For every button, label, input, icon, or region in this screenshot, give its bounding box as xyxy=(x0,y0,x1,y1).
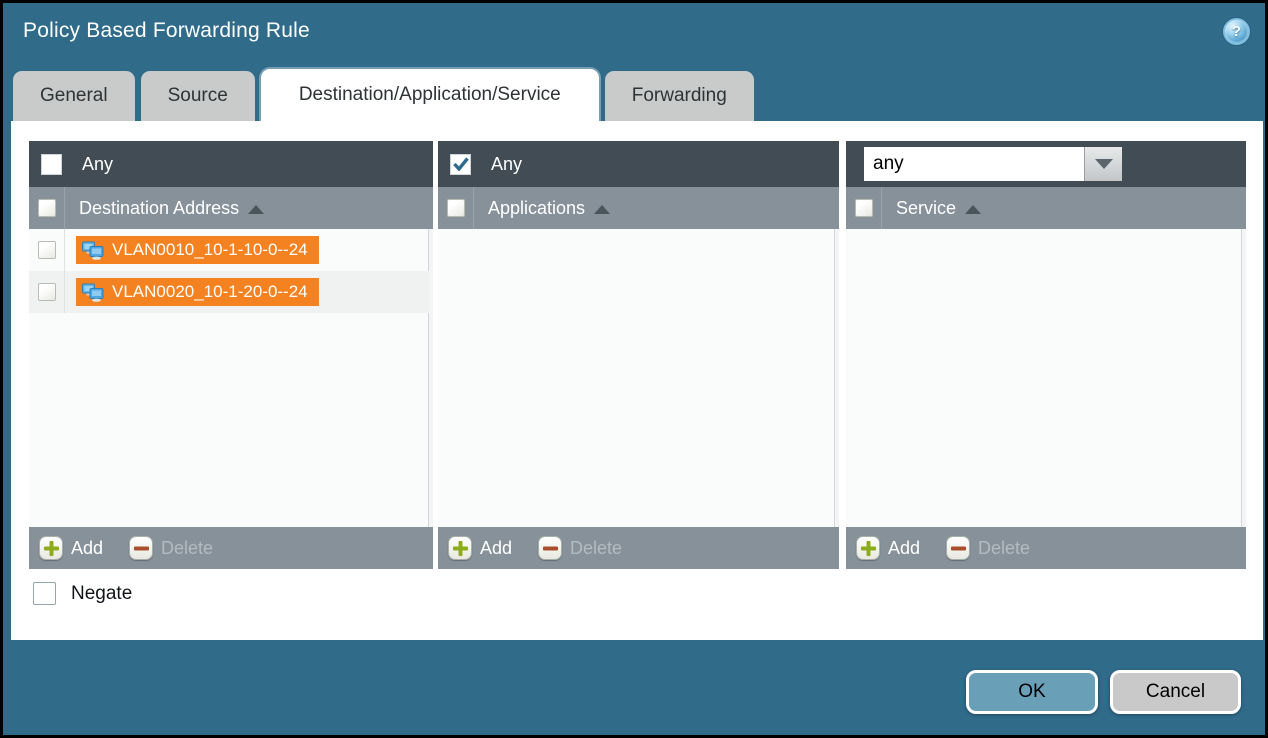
applications-list xyxy=(438,229,839,527)
add-button[interactable]: Add xyxy=(448,536,512,560)
table-row: VLAN0010_10-1-10-0--24 xyxy=(29,229,429,271)
applications-select-all-checkbox[interactable] xyxy=(447,199,465,217)
service-dropdown-bar: any xyxy=(846,141,1246,187)
tab-source[interactable]: Source xyxy=(141,71,255,121)
destination-select-all-checkbox[interactable] xyxy=(38,199,56,217)
delete-button[interactable]: Delete xyxy=(538,536,622,560)
plus-icon xyxy=(856,536,880,560)
row-checkbox[interactable] xyxy=(38,241,56,259)
checkmark-icon xyxy=(453,157,469,171)
tab-forwarding[interactable]: Forwarding xyxy=(605,71,754,121)
plus-icon xyxy=(39,536,63,560)
tab-general[interactable]: General xyxy=(13,71,135,121)
minus-icon xyxy=(538,536,562,560)
destination-header-label[interactable]: Destination Address xyxy=(79,198,239,219)
service-column: any Service Add xyxy=(846,141,1246,569)
tab-content-panel: Any Destination Address xyxy=(11,121,1263,640)
applications-footer: Add Delete xyxy=(438,527,839,569)
applications-column-header: Applications xyxy=(438,187,839,229)
service-dropdown[interactable]: any xyxy=(864,147,1122,181)
address-object-label: VLAN0020_10-1-20-0--24 xyxy=(112,282,308,302)
dialog-title: Policy Based Forwarding Rule xyxy=(23,19,310,43)
applications-any-label: Any xyxy=(491,154,522,175)
sort-asc-icon[interactable] xyxy=(594,205,610,214)
destination-any-label: Any xyxy=(82,154,113,175)
delete-button[interactable]: Delete xyxy=(129,536,213,560)
sort-asc-icon[interactable] xyxy=(248,205,264,214)
list-item[interactable]: VLAN0010_10-1-10-0--24 xyxy=(76,236,319,264)
negate-option: Negate xyxy=(33,582,132,605)
network-icon xyxy=(81,283,105,302)
service-select-all-checkbox[interactable] xyxy=(855,199,873,217)
negate-label: Negate xyxy=(71,583,132,605)
service-dropdown-value[interactable]: any xyxy=(864,147,1084,181)
delete-button[interactable]: Delete xyxy=(946,536,1030,560)
network-icon xyxy=(81,241,105,260)
sort-asc-icon[interactable] xyxy=(965,205,981,214)
destination-footer: Add Delete xyxy=(29,527,433,569)
negate-checkbox[interactable] xyxy=(33,582,56,605)
applications-any-bar: Any xyxy=(438,141,839,187)
service-column-header: Service xyxy=(846,187,1246,229)
tab-destination-application-service[interactable]: Destination/Application/Service xyxy=(261,69,599,121)
row-checkbox[interactable] xyxy=(38,283,56,301)
applications-any-checkbox[interactable] xyxy=(450,154,471,175)
address-object-label: VLAN0010_10-1-10-0--24 xyxy=(112,240,308,260)
service-footer: Add Delete xyxy=(846,527,1246,569)
service-header-label[interactable]: Service xyxy=(896,198,956,219)
applications-header-label[interactable]: Applications xyxy=(488,198,585,219)
cancel-button[interactable]: Cancel xyxy=(1110,670,1241,714)
destination-list: VLAN0010_10-1-10-0--24 xyxy=(29,229,433,527)
ok-button[interactable]: OK xyxy=(966,670,1098,714)
tab-bar: General Source Destination/Application/S… xyxy=(13,69,754,121)
help-icon[interactable]: ? xyxy=(1223,18,1250,45)
destination-column-header: Destination Address xyxy=(29,187,433,229)
add-button[interactable]: Add xyxy=(39,536,103,560)
destination-any-checkbox[interactable] xyxy=(41,154,62,175)
applications-column: Any Applications Add D xyxy=(438,141,839,569)
table-row: VLAN0020_10-1-20-0--24 xyxy=(29,271,429,313)
minus-icon xyxy=(129,536,153,560)
destination-any-bar: Any xyxy=(29,141,433,187)
chevron-down-icon xyxy=(1095,159,1113,169)
service-list xyxy=(846,229,1246,527)
destination-address-column: Any Destination Address xyxy=(29,141,433,569)
minus-icon xyxy=(946,536,970,560)
add-button[interactable]: Add xyxy=(856,536,920,560)
plus-icon xyxy=(448,536,472,560)
dropdown-button[interactable] xyxy=(1084,147,1122,181)
list-item[interactable]: VLAN0020_10-1-20-0--24 xyxy=(76,278,319,306)
policy-forwarding-dialog: Policy Based Forwarding Rule ? General S… xyxy=(0,0,1268,738)
